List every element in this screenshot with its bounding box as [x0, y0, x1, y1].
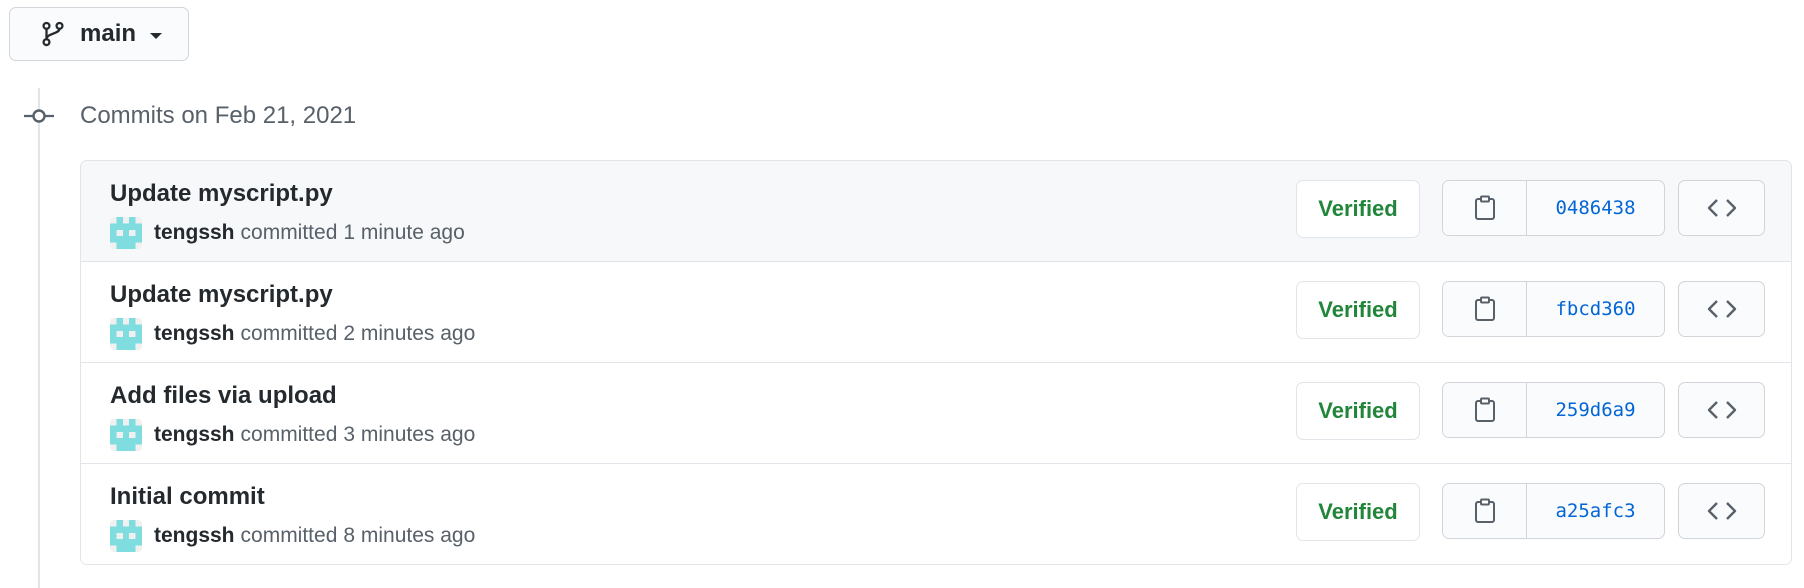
- browse-repo-button[interactable]: [1678, 281, 1765, 337]
- commit-title-link[interactable]: Add files via upload: [110, 381, 337, 411]
- committed-label: committed: [240, 221, 338, 244]
- commit-sha-link[interactable]: 0486438: [1527, 181, 1664, 235]
- avatar[interactable]: [110, 217, 142, 249]
- commit-row: Initial commit tengssh committed 8 minut…: [81, 464, 1791, 564]
- git-branch-icon: [42, 21, 64, 47]
- clipboard-icon: [1474, 195, 1495, 220]
- commit-author-link[interactable]: tengssh: [154, 522, 235, 550]
- timeline-line: [38, 88, 40, 588]
- commit-meta: tengssh committed 3 minutes ago: [110, 419, 475, 451]
- commit-meta: tengssh committed 8 minutes ago: [110, 520, 475, 552]
- avatar[interactable]: [110, 318, 142, 350]
- commit-list: Update myscript.py tengssh committed 1 m…: [80, 160, 1792, 565]
- branch-select-button[interactable]: main: [9, 7, 189, 61]
- avatar[interactable]: [110, 520, 142, 552]
- chevron-down-icon: [150, 32, 163, 39]
- commit-time: 3 minutes ago: [343, 423, 476, 446]
- clipboard-icon: [1474, 397, 1495, 422]
- copy-sha-button[interactable]: [1443, 282, 1527, 336]
- git-commit-icon: [24, 109, 54, 123]
- branch-name: main: [80, 20, 137, 47]
- sha-button-group: 0486438: [1442, 180, 1665, 236]
- verified-badge[interactable]: Verified: [1296, 382, 1420, 440]
- code-icon: [1707, 401, 1736, 419]
- copy-sha-button[interactable]: [1443, 383, 1527, 437]
- commit-time: 2 minutes ago: [343, 322, 476, 345]
- clipboard-icon: [1474, 296, 1495, 321]
- code-icon: [1707, 199, 1736, 217]
- copy-sha-button[interactable]: [1443, 181, 1527, 235]
- commits-page: main Commits on Feb 21, 2021 Update mysc…: [0, 0, 1804, 588]
- sha-button-group: a25afc3: [1442, 483, 1665, 539]
- browse-repo-button[interactable]: [1678, 483, 1765, 539]
- commit-row: Add files via upload tengssh committed 3…: [81, 363, 1791, 464]
- commit-sha-link[interactable]: fbcd360: [1527, 282, 1664, 336]
- avatar[interactable]: [110, 419, 142, 451]
- commit-title-link[interactable]: Update myscript.py: [110, 179, 333, 209]
- sha-button-group: fbcd360: [1442, 281, 1665, 337]
- sha-button-group: 259d6a9: [1442, 382, 1665, 438]
- code-icon: [1707, 300, 1736, 318]
- commit-group-heading: Commits on Feb 21, 2021: [80, 102, 357, 129]
- commit-author-link[interactable]: tengssh: [154, 320, 235, 348]
- verified-badge[interactable]: Verified: [1296, 281, 1420, 339]
- committed-label: committed: [240, 524, 338, 547]
- commit-row: Update myscript.py tengssh committed 2 m…: [81, 262, 1791, 363]
- commit-row: Update myscript.py tengssh committed 1 m…: [81, 161, 1791, 262]
- clipboard-icon: [1474, 498, 1495, 523]
- code-icon: [1707, 502, 1736, 520]
- commit-meta: tengssh committed 2 minutes ago: [110, 318, 475, 350]
- commit-author-link[interactable]: tengssh: [154, 421, 235, 449]
- commit-sha-link[interactable]: a25afc3: [1527, 484, 1664, 538]
- copy-sha-button[interactable]: [1443, 484, 1527, 538]
- commit-sha-link[interactable]: 259d6a9: [1527, 383, 1664, 437]
- commit-time: 1 minute ago: [343, 221, 465, 244]
- committed-label: committed: [240, 322, 338, 345]
- commit-meta: tengssh committed 1 minute ago: [110, 217, 465, 249]
- verified-badge[interactable]: Verified: [1296, 180, 1420, 238]
- commit-time: 8 minutes ago: [343, 524, 476, 547]
- browse-repo-button[interactable]: [1678, 180, 1765, 236]
- committed-label: committed: [240, 423, 338, 446]
- verified-badge[interactable]: Verified: [1296, 483, 1420, 541]
- commit-title-link[interactable]: Update myscript.py: [110, 280, 333, 310]
- commit-title-link[interactable]: Initial commit: [110, 482, 265, 512]
- browse-repo-button[interactable]: [1678, 382, 1765, 438]
- commit-author-link[interactable]: tengssh: [154, 219, 235, 247]
